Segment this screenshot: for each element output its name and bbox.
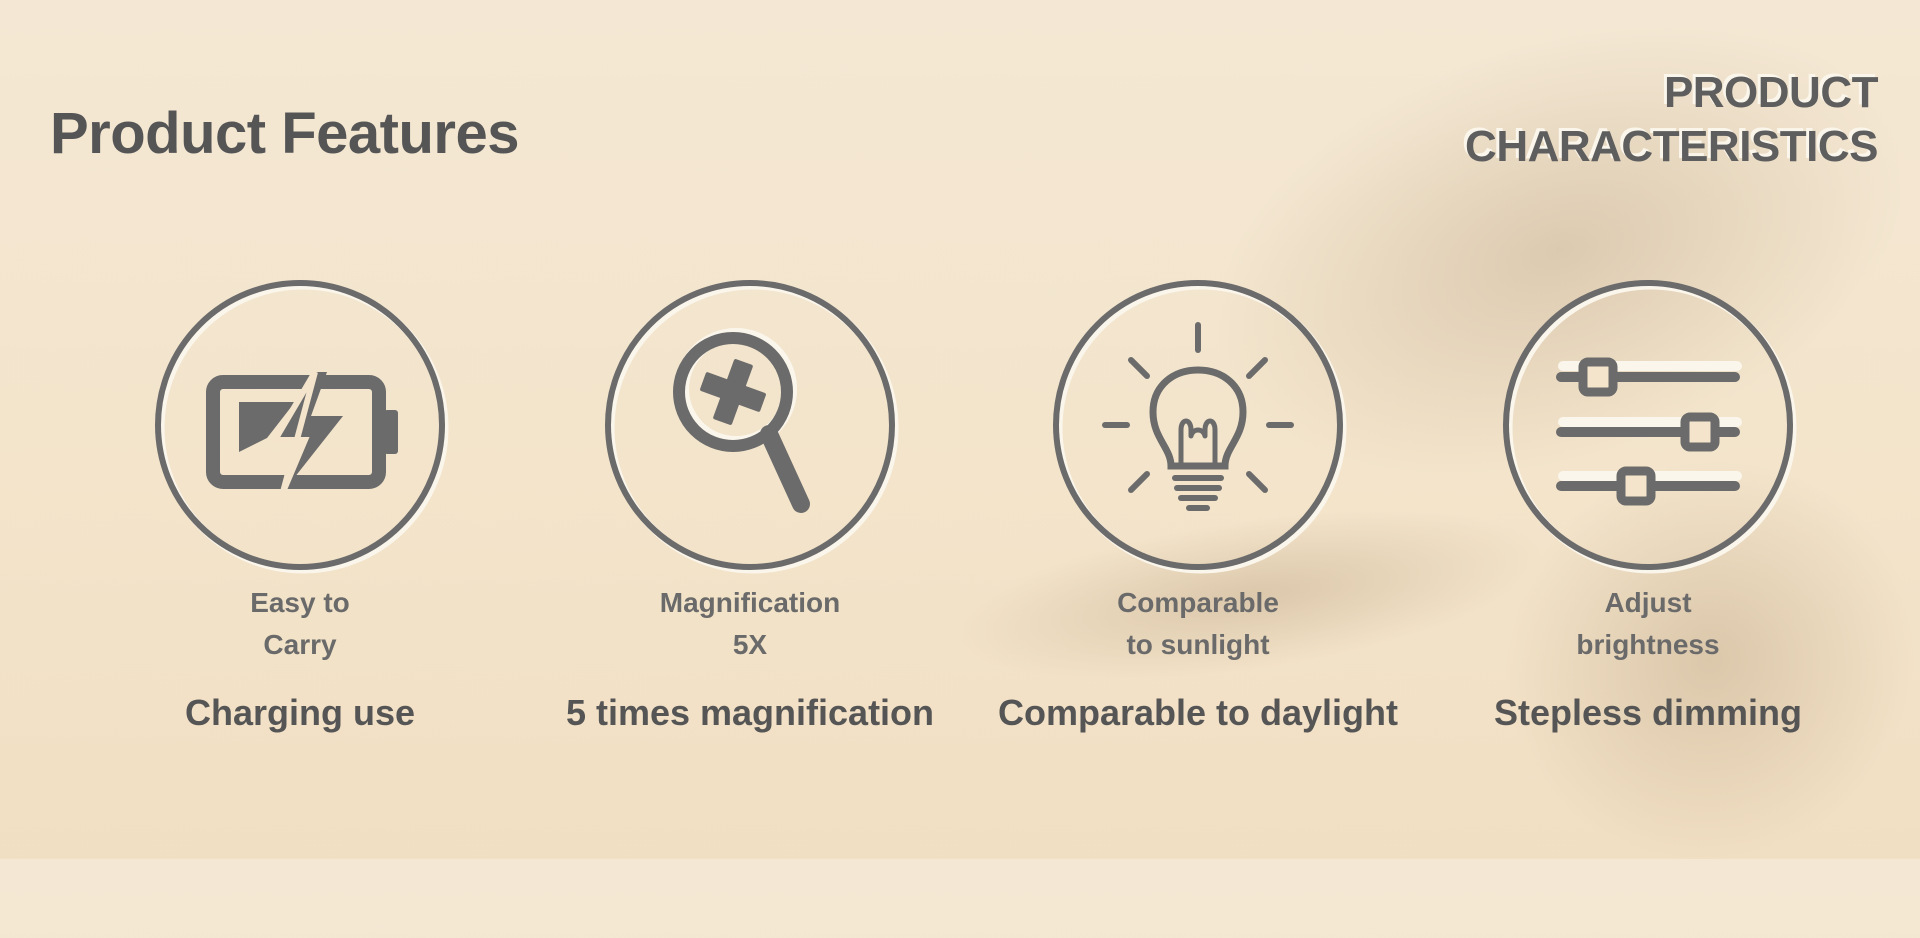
feature-icon-ring (605, 280, 899, 574)
sliders-icon (1503, 280, 1797, 574)
feature-magnification: Magnification 5X 5 times magnification (540, 280, 960, 734)
feature-charging: Easy to Carry Charging use (90, 280, 510, 734)
feature-dimming: Adjust brightness Stepless dimming (1438, 280, 1858, 734)
feature-subtitle-line: Adjust (1604, 587, 1692, 618)
feature-subtitle-line: Magnification (659, 587, 841, 618)
feature-icon-ring (155, 280, 449, 574)
feature-subtitle-line: 5X (732, 629, 768, 660)
feature-subtitle-line: Comparable (1117, 587, 1279, 618)
light-bulb-icon (1053, 280, 1347, 574)
feature-subtitle: Magnification 5X (660, 582, 840, 666)
page-title: Product Features (50, 101, 520, 166)
feature-subtitle: Adjust brightness (1576, 582, 1719, 666)
corner-label-line: CHARACTERISTICS (1465, 122, 1878, 171)
feature-subtitle-line: to sunlight (1126, 629, 1270, 660)
feature-caption: Comparable to daylight (997, 692, 1399, 733)
feature-caption: Stepless dimming (1493, 692, 1803, 733)
feature-icon-ring (1053, 280, 1347, 574)
corner-label-line: PRODUCT (1663, 68, 1879, 117)
feature-subtitle-line: brightness (1576, 629, 1720, 660)
feature-subtitle-line: Easy to (250, 587, 350, 618)
feature-caption: Charging use (184, 692, 416, 733)
feature-caption: 5 times magnification (565, 692, 935, 733)
feature-subtitle: Comparable to sunlight (1117, 582, 1279, 666)
corner-label: PRODUCT CHARACTERISTICS (1465, 66, 1878, 174)
feature-icon-ring (1503, 280, 1797, 574)
feature-subtitle: Easy to Carry (250, 582, 350, 666)
feature-daylight: Comparable to sunlight Comparable to day… (988, 280, 1408, 734)
feature-subtitle-line: Carry (263, 629, 337, 660)
battery-charging-icon (155, 280, 449, 574)
magnifier-plus-icon (605, 280, 899, 574)
